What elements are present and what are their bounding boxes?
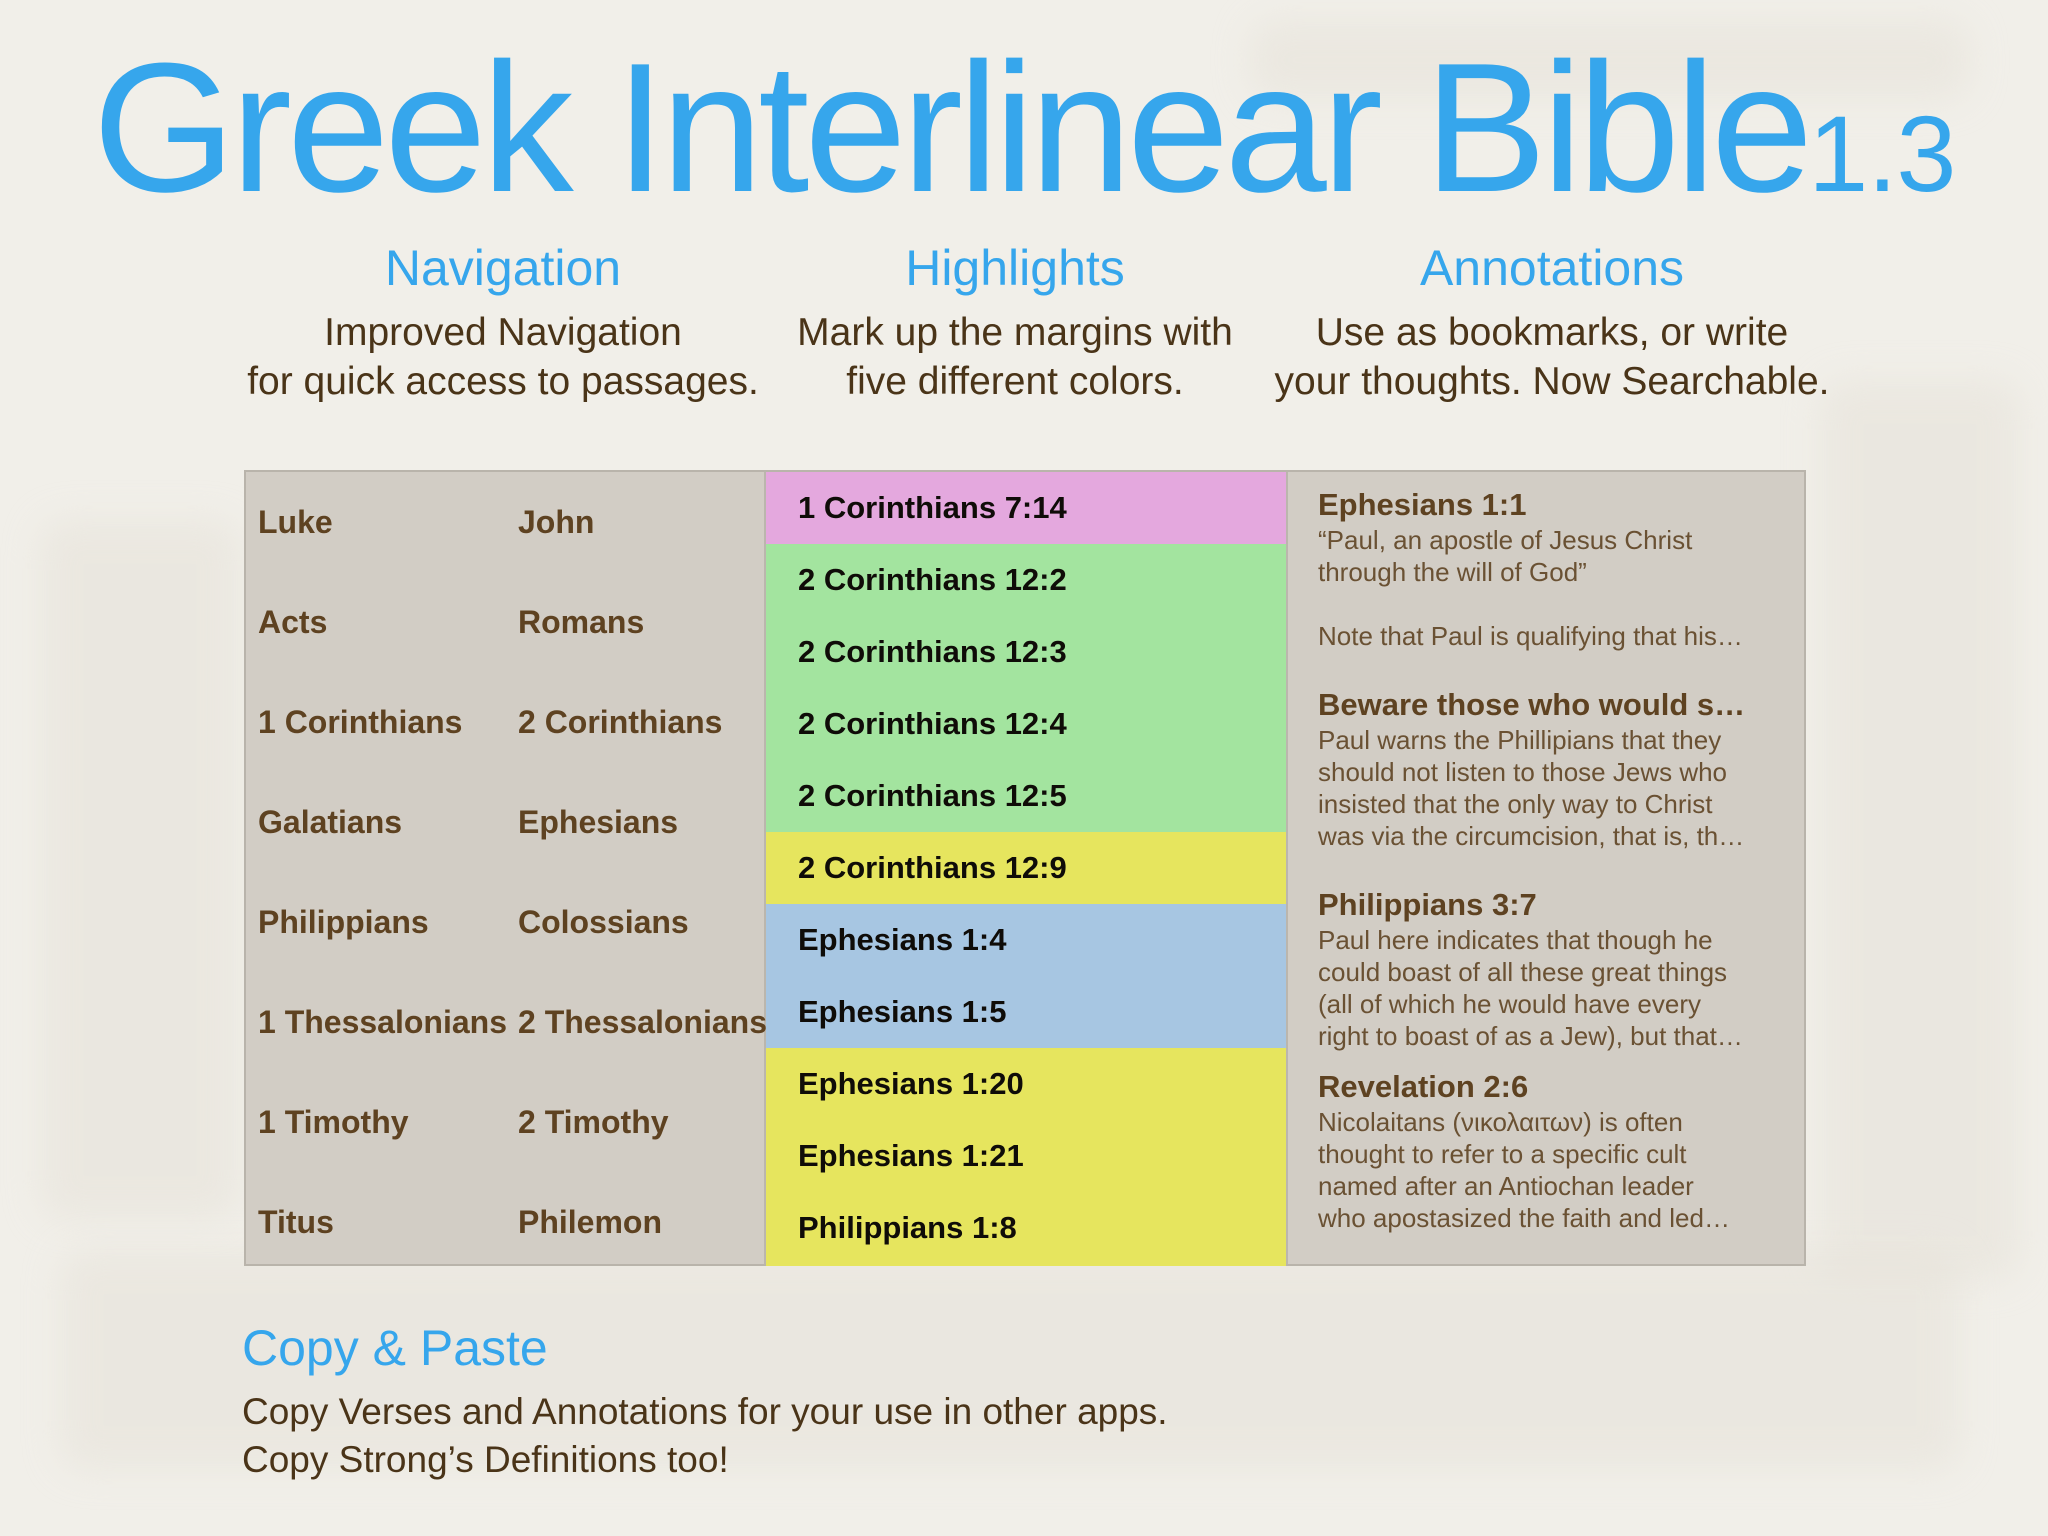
annotation-line: named after an Antiochan leader — [1318, 1171, 1694, 1201]
book-row: Galatians Ephesians — [246, 772, 766, 872]
feature-description: Mark up the margins with five different … — [780, 308, 1250, 406]
highlight-item[interactable]: Ephesians 1:20 — [766, 1048, 1286, 1120]
highlight-item[interactable]: Ephesians 1:21 — [766, 1120, 1286, 1192]
highlight-item[interactable]: Ephesians 1:5 — [766, 976, 1286, 1048]
highlight-item[interactable]: 2 Corinthians 12:9 — [766, 832, 1286, 904]
feature-line: your thoughts. Now Searchable. — [1274, 360, 1830, 403]
annotation-title: Beware those who would s… — [1318, 687, 1746, 722]
highlight-item[interactable]: Philippians 1:8 — [766, 1192, 1286, 1266]
annotation-item[interactable]: Beware those who would s… Paul warns the… — [1318, 686, 1798, 852]
annotations-list: Ephesians 1:1 “Paul, an apostle of Jesus… — [1286, 472, 1806, 1264]
highlight-item[interactable]: 2 Corinthians 12:5 — [766, 760, 1286, 832]
feature-description: Use as bookmarks, or write your thoughts… — [1262, 308, 1842, 406]
annotation-line — [1318, 588, 1798, 620]
book-link-philemon[interactable]: Philemon — [518, 1172, 662, 1272]
book-link-titus[interactable]: Titus — [258, 1172, 334, 1272]
feature-heading: Annotations — [1419, 240, 1685, 296]
book-link-galatians[interactable]: Galatians — [258, 772, 402, 872]
annotation-item[interactable]: Philippians 3:7 Paul here indicates that… — [1318, 886, 1798, 1052]
book-link-john[interactable]: John — [518, 472, 594, 572]
book-row: Titus Philemon — [246, 1172, 766, 1272]
feature-line: five different colors. — [846, 360, 1184, 403]
book-link-1-corinthians[interactable]: 1 Corinthians — [258, 672, 462, 772]
annotation-line: Paul here indicates that though he — [1318, 925, 1713, 955]
feature-line: Mark up the margins with — [797, 311, 1233, 354]
annotation-line: insisted that the only way to Christ — [1318, 789, 1713, 819]
annotation-line: Nicolaitans (νικολαιτων) is often — [1318, 1107, 1683, 1137]
annotation-item[interactable]: Ephesians 1:1 “Paul, an apostle of Jesus… — [1318, 486, 1798, 652]
highlight-item[interactable]: Ephesians 1:4 — [766, 904, 1286, 976]
annotation-line: Note that Paul is qualifying that his… — [1318, 621, 1743, 651]
book-row: Acts Romans — [246, 572, 766, 672]
book-row: 1 Timothy 2 Timothy — [246, 1072, 766, 1172]
feature-heading: Navigation — [384, 240, 622, 296]
feature-description: Improved Navigation for quick access to … — [238, 308, 768, 406]
book-link-2-thessalonians[interactable]: 2 Thessalonians — [518, 972, 767, 1072]
copy-paste-line: Copy Verses and Annotations for your use… — [242, 1391, 1168, 1432]
highlight-item[interactable]: 2 Corinthians 12:4 — [766, 688, 1286, 760]
annotation-line: could boast of all these great things — [1318, 957, 1728, 987]
annotation-line: thought to refer to a specific cult — [1318, 1139, 1687, 1169]
annotation-title: Philippians 3:7 — [1318, 887, 1537, 922]
annotation-title: Ephesians 1:1 — [1318, 487, 1527, 522]
feature-navigation: Navigation Improved Navigation for quick… — [238, 238, 768, 406]
book-link-luke[interactable]: Luke — [258, 472, 333, 572]
annotation-line: Paul warns the Phillipians that they — [1318, 725, 1722, 755]
book-row: 1 Thessalonians 2 Thessalonians — [246, 972, 767, 1072]
highlights-list: 1 Corinthians 7:14 2 Corinthians 12:2 2 … — [766, 472, 1286, 1266]
annotation-line: who apostasized the faith and led… — [1318, 1203, 1730, 1233]
feature-heading: Highlights — [905, 240, 1125, 296]
book-link-philippians[interactable]: Philippians — [258, 872, 429, 972]
annotation-line: was via the circumcision, that is, th… — [1318, 821, 1745, 851]
feature-line: for quick access to passages. — [247, 360, 759, 403]
book-link-1-thessalonians[interactable]: 1 Thessalonians — [258, 972, 507, 1072]
highlight-item[interactable]: 2 Corinthians 12:3 — [766, 616, 1286, 688]
feature-annotations: Annotations Use as bookmarks, or write y… — [1262, 238, 1842, 406]
annotation-line: through the will of God” — [1318, 557, 1587, 587]
book-navigation: Luke John Acts Romans 1 Corinthians 2 Co… — [246, 472, 767, 1264]
book-link-ephesians[interactable]: Ephesians — [518, 772, 678, 872]
copy-paste-heading: Copy & Paste — [242, 1320, 548, 1376]
book-row: Philippians Colossians — [246, 872, 766, 972]
book-link-2-timothy[interactable]: 2 Timothy — [518, 1072, 669, 1172]
book-link-2-corinthians[interactable]: 2 Corinthians — [518, 672, 722, 772]
app-version: 1.3 — [1808, 93, 1956, 214]
annotation-line: right to boast of as a Jew), but that… — [1318, 1021, 1743, 1051]
book-link-acts[interactable]: Acts — [258, 572, 327, 672]
feature-line: Use as bookmarks, or write — [1315, 311, 1789, 354]
copy-paste-description: Copy Verses and Annotations for your use… — [242, 1388, 1168, 1484]
book-row: 1 Corinthians 2 Corinthians — [246, 672, 766, 772]
annotation-line: (all of which he would have every — [1318, 989, 1701, 1019]
book-row: Luke John — [246, 472, 766, 572]
feature-highlights: Highlights Mark up the margins with five… — [780, 238, 1250, 406]
copy-paste-line: Copy Strong’s Definitions too! — [242, 1439, 729, 1480]
app-title-name: Greek Interlinear Bible — [92, 24, 1814, 230]
annotation-line: “Paul, an apostle of Jesus Christ — [1318, 525, 1693, 555]
app-title: Greek Interlinear Bible1.3 — [0, 22, 2048, 234]
app-preview-panel: Luke John Acts Romans 1 Corinthians 2 Co… — [244, 470, 1806, 1266]
annotation-item[interactable]: Revelation 2:6 Nicolaitans (νικολαιτων) … — [1318, 1068, 1798, 1234]
book-link-1-timothy[interactable]: 1 Timothy — [258, 1072, 409, 1172]
highlight-item[interactable]: 2 Corinthians 12:2 — [766, 544, 1286, 616]
annotation-title: Revelation 2:6 — [1318, 1069, 1529, 1104]
book-link-colossians[interactable]: Colossians — [518, 872, 689, 972]
feature-line: Improved Navigation — [324, 311, 682, 354]
highlight-item[interactable]: 1 Corinthians 7:14 — [766, 472, 1286, 544]
annotation-line: should not listen to those Jews who — [1318, 757, 1728, 787]
book-link-romans[interactable]: Romans — [518, 572, 644, 672]
